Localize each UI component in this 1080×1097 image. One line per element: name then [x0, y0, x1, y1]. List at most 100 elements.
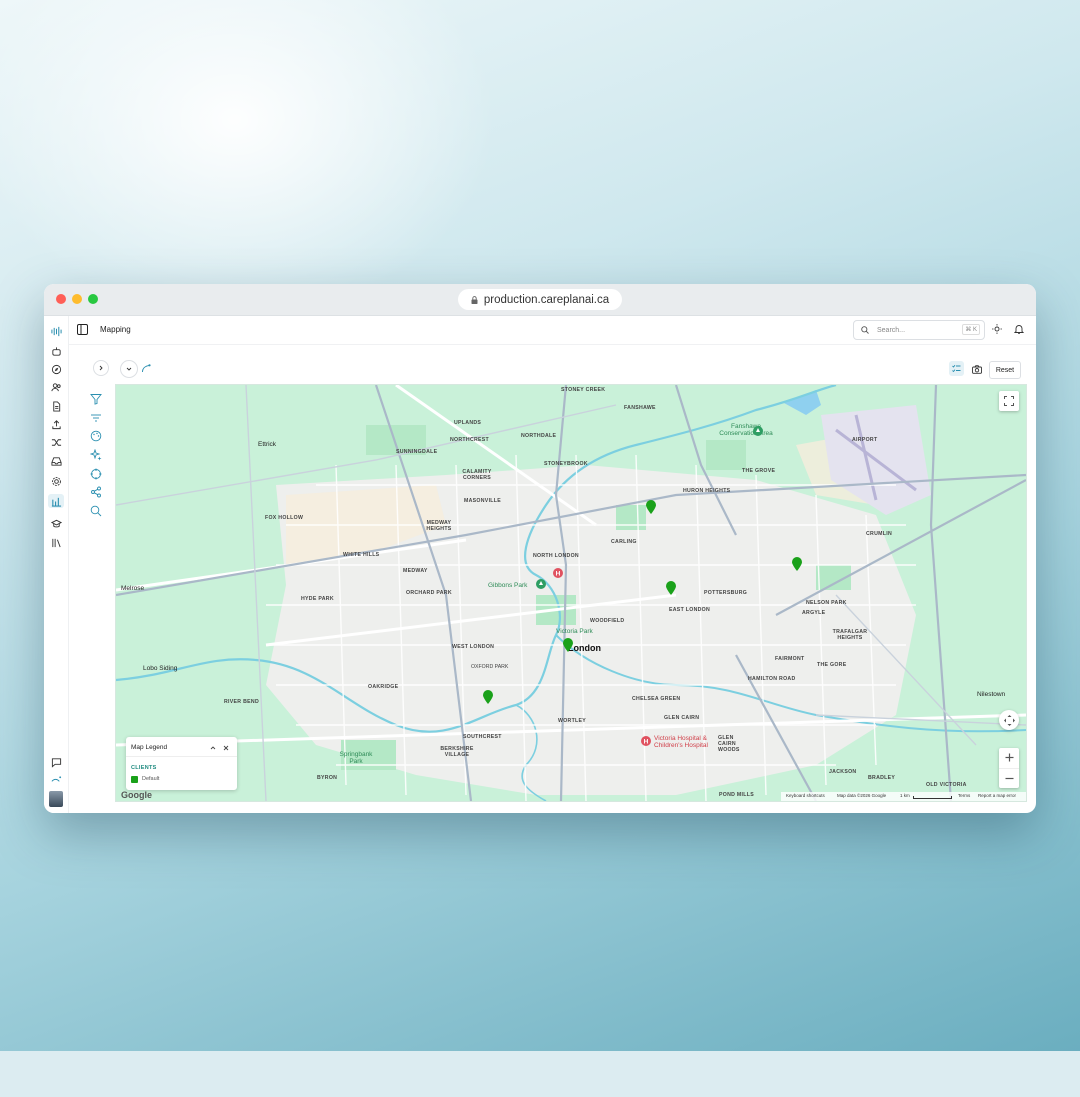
client-marker-icon[interactable] — [666, 581, 676, 595]
map-background — [116, 385, 1026, 801]
report-error-link[interactable]: Report a map error — [978, 793, 1016, 801]
map-label: HURON HEIGHTS — [683, 488, 731, 494]
terms-link[interactable]: Terms — [958, 793, 970, 801]
chevron-up-icon[interactable] — [210, 745, 216, 751]
close-icon[interactable] — [223, 745, 229, 751]
pan-control-button[interactable] — [999, 710, 1019, 730]
minimize-window-button[interactable] — [72, 294, 82, 304]
bell-icon[interactable] — [1014, 324, 1024, 334]
palette-icon[interactable] — [90, 430, 102, 442]
checklist-icon — [952, 364, 961, 373]
map-label: Melrose — [121, 585, 145, 592]
legend-item-label: Default — [142, 776, 160, 782]
dropdown-button[interactable] — [120, 360, 138, 378]
sidebar-toggle-icon[interactable] — [77, 324, 88, 335]
route-icon[interactable] — [141, 363, 151, 373]
theme-toggle-icon[interactable] — [992, 324, 1002, 334]
map-label: Gibbons Park — [488, 582, 528, 589]
document-icon[interactable] — [50, 400, 62, 412]
expand-panel-button[interactable] — [93, 360, 109, 376]
robot-icon[interactable] — [50, 345, 62, 357]
graduation-cap-icon[interactable] — [50, 517, 62, 529]
crosshair-icon[interactable] — [90, 468, 102, 480]
chat-icon[interactable] — [50, 756, 62, 768]
upload-icon[interactable] — [50, 418, 62, 430]
map-label: OXFORD PARK — [471, 664, 509, 670]
map-label: NORTHDALE — [521, 433, 557, 439]
sort-lines-icon[interactable] — [90, 412, 102, 424]
app-header: Mapping Search... ⌘ K 4 — [69, 316, 1036, 345]
client-marker-icon[interactable] — [792, 557, 802, 571]
filter-icon[interactable] — [90, 393, 102, 405]
map-label: AIRPORT — [852, 437, 878, 443]
client-marker-icon[interactable] — [646, 500, 656, 514]
fullscreen-icon — [1004, 396, 1014, 406]
map-label: Victoria Hospital & Children's Hospital — [654, 735, 708, 749]
map-label: STONEYBROOK — [544, 461, 588, 467]
map-label: CARLING — [611, 539, 637, 545]
map-label: OAKRIDGE — [368, 684, 399, 690]
map-label: BERKSHIRE VILLAGE — [440, 746, 474, 758]
keyboard-shortcuts-link[interactable]: Keyboard shortcuts — [786, 793, 825, 801]
map-label: WEST LONDON — [452, 644, 495, 650]
map-scale-bar — [913, 796, 952, 799]
sparkles-icon[interactable] — [90, 449, 102, 461]
pan-arrows-icon — [1003, 714, 1015, 726]
park-marker-icon — [753, 426, 763, 436]
chart-icon[interactable] — [48, 494, 64, 508]
inbox-icon[interactable] — [50, 455, 62, 467]
map-label: Victoria Park — [556, 628, 593, 635]
shuffle-icon[interactable] — [50, 436, 62, 448]
map-label: Lobo Siding — [143, 665, 178, 672]
map-label: ARGYLE — [802, 610, 826, 616]
legend-divider — [126, 756, 237, 757]
users-icon[interactable] — [50, 381, 62, 393]
map-label: BRADLEY — [868, 775, 896, 781]
search-input[interactable]: Search... ⌘ K — [853, 320, 985, 340]
eye-sparkle-icon[interactable] — [50, 774, 62, 786]
library-icon[interactable] — [50, 536, 62, 548]
maximize-window-button[interactable] — [88, 294, 98, 304]
search-map-icon[interactable] — [90, 505, 102, 517]
app-logo-icon[interactable] — [50, 325, 62, 337]
reset-button[interactable]: Reset — [989, 361, 1021, 379]
map-label: WOODFIELD — [590, 618, 625, 624]
map-label: CRUMLIN — [866, 531, 893, 537]
map-data-text: Map data ©2026 Google — [837, 793, 887, 798]
map-canvas[interactable]: STONEY CREEK FANSHAWE UPLANDS NORTHCREST… — [115, 384, 1027, 802]
map-label: HAMILTON ROAD — [748, 676, 796, 682]
map-label: FAIRMONT — [775, 656, 805, 662]
map-label: FOX HOLLOW — [265, 515, 304, 521]
gear-icon[interactable] — [50, 475, 62, 487]
map-legend: Map Legend CLIENTS Default — [126, 737, 237, 790]
app-sidebar — [44, 316, 69, 813]
map-label: THE GROVE — [742, 468, 776, 474]
avatar[interactable] — [49, 791, 63, 807]
address-bar[interactable]: production.careplanai.ca — [458, 289, 622, 310]
svg-text:H: H — [644, 738, 649, 745]
map-label: GLEN CAIRN WOODS — [718, 735, 740, 753]
share-nodes-icon[interactable] — [90, 486, 102, 498]
layers-toggle-button[interactable] — [949, 361, 964, 376]
map-label: FANSHAWE — [624, 405, 656, 411]
close-window-button[interactable] — [56, 294, 66, 304]
map-label: POTTERSBURG — [704, 590, 748, 596]
map-label: MASONVILLE — [464, 498, 502, 504]
search-placeholder: Search... — [877, 326, 906, 334]
hospital-marker-icon: H — [641, 736, 651, 746]
fullscreen-button[interactable] — [999, 391, 1019, 411]
map-label: CHELSEA GREEN — [632, 696, 681, 702]
minus-icon — [1005, 777, 1013, 779]
map-label: TRAFALGAR HEIGHTS — [832, 629, 868, 641]
map-label: CALAMITY CORNERS — [462, 469, 492, 481]
chevron-right-icon — [99, 365, 103, 371]
client-marker-icon[interactable] — [483, 690, 493, 704]
map-label: NORTHCREST — [450, 437, 490, 443]
camera-icon[interactable] — [972, 365, 982, 374]
zoom-out-button[interactable] — [999, 767, 1019, 789]
compass-icon[interactable] — [50, 363, 62, 375]
zoom-in-button[interactable] — [999, 748, 1019, 768]
map-label: BYRON — [317, 775, 338, 781]
client-marker-icon[interactable] — [563, 638, 573, 652]
legend-swatch — [131, 776, 138, 783]
